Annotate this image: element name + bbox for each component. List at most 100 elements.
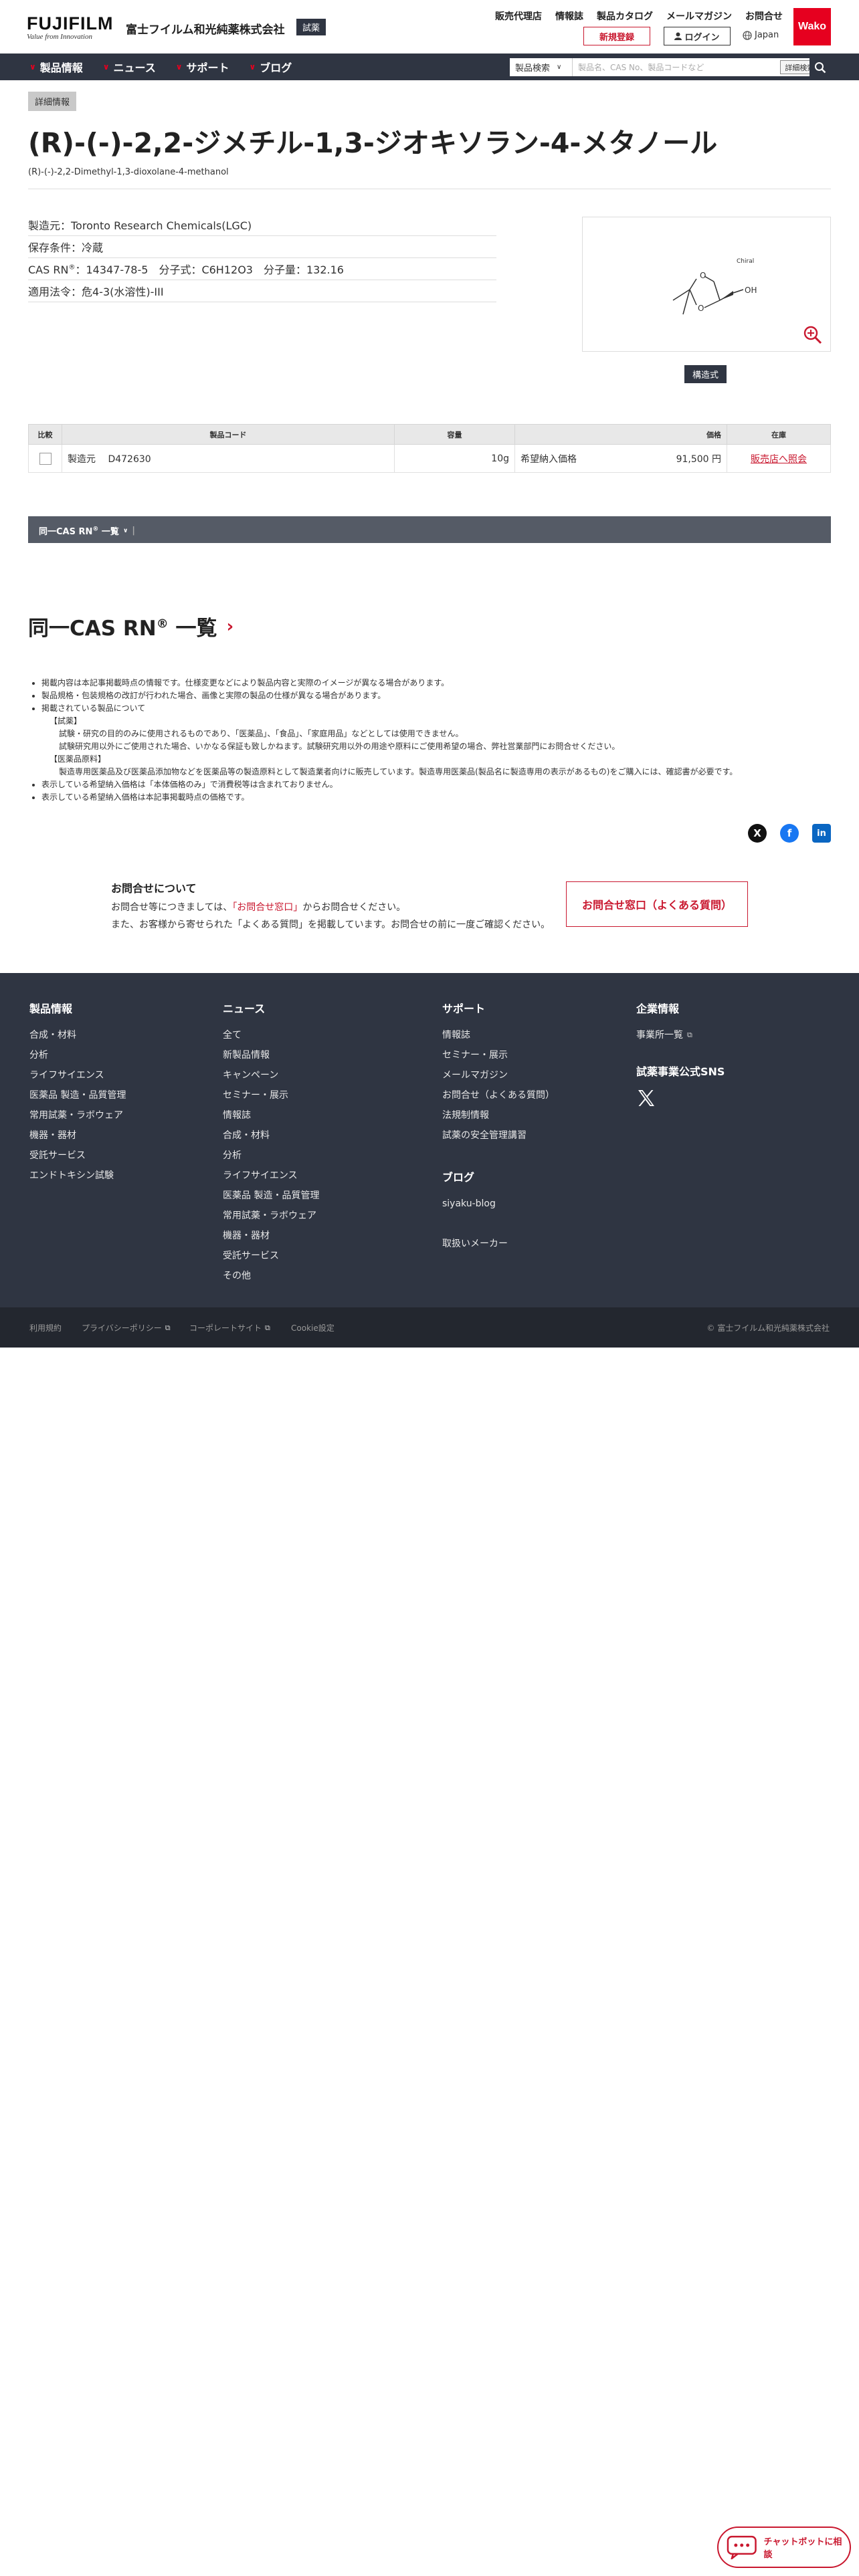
language-selector[interactable]: Japan <box>743 30 779 40</box>
footer-link[interactable]: 常用試薬・ラボウェア <box>29 1105 126 1125</box>
same-cas-heading[interactable]: 同一CAS RN® 一覧 › <box>28 611 233 641</box>
structure-image[interactable]: O O OH Chiral <box>582 217 831 352</box>
chat-bubble-icon <box>727 2535 757 2559</box>
facebook-share-button[interactable]: f <box>780 824 799 843</box>
search-icon <box>815 62 826 73</box>
footer-link[interactable]: 機器・器材 <box>29 1125 126 1146</box>
footer-link[interactable]: ライフサイエンス <box>29 1065 126 1085</box>
wako-logo[interactable]: Wako <box>793 8 831 45</box>
footer-link[interactable]: 分析 <box>223 1146 319 1166</box>
x-sns-button[interactable] <box>636 1088 725 1111</box>
footer-col-products: 製品情報 合成・材料 分析 ライフサイエンス 医薬品 製造・品質管理 常用試薬・… <box>29 1000 126 1186</box>
nav-item-news[interactable]: ∨ ニュース <box>103 59 156 75</box>
structure-atom-o1: O <box>700 271 706 280</box>
footer-bottom-link-corporate[interactable]: コーポレートサイト ⧉ <box>189 1322 270 1333</box>
footer-link[interactable]: 全て <box>223 1025 319 1045</box>
search-button[interactable] <box>809 58 831 76</box>
compare-checkbox[interactable] <box>39 452 52 465</box>
footer-link[interactable]: 取扱いメーカー <box>442 1234 555 1254</box>
contact-line-2: また、お客様から寄せられた「よくある質問」を掲載しています。お問合せの前に一度ご… <box>111 920 551 930</box>
footer-link[interactable]: 医薬品 製造・品質管理 <box>29 1085 126 1105</box>
note-item: 表示している希望納入価格は本記事掲載時点の価格です。 <box>41 791 818 804</box>
footer-link[interactable]: その他 <box>223 1266 319 1286</box>
maker-label: 製造元 <box>68 453 96 465</box>
structure-label: 構造式 <box>684 365 727 383</box>
nav-item-blog[interactable]: ∨ ブログ <box>249 59 292 75</box>
footer-link[interactable]: セミナー・展示 <box>223 1085 319 1105</box>
login-button[interactable]: ログイン <box>664 27 731 45</box>
stock-inquiry-link[interactable]: 販売店へ照会 <box>751 454 807 465</box>
footer-link[interactable]: 常用試薬・ラボウェア <box>223 1206 319 1226</box>
footer-bottom-link-label: Cookie設定 <box>291 1323 335 1333</box>
footer-link[interactable]: 受託サービス <box>223 1246 319 1266</box>
spec-list: 製造元：Toronto Research Chemicals(LGC) 保存条件… <box>28 214 496 302</box>
nav-item-support[interactable]: ∨ サポート <box>176 59 229 75</box>
footer-link[interactable]: 受託サービス <box>29 1146 126 1166</box>
footer-link[interactable]: 医薬品 製造・品質管理 <box>223 1186 319 1206</box>
search-type-select[interactable]: 製品検索 ∨ <box>510 58 573 76</box>
top-link-catalog[interactable]: 製品カタログ <box>597 9 653 23</box>
footer-col-title[interactable]: サポート <box>442 1000 555 1016</box>
footer-link[interactable]: お問合せ（よくある質問） <box>442 1085 555 1105</box>
contact-window-link[interactable]: 「お問合せ窓口」 <box>232 902 302 913</box>
linkedin-share-button[interactable]: in <box>812 824 831 843</box>
footer-bottom-link-cookie[interactable]: Cookie設定 <box>291 1322 335 1333</box>
footer-bottom-link-privacy[interactable]: プライバシーポリシー ⧉ <box>82 1322 171 1333</box>
spec-manufacturer: 製造元：Toronto Research Chemicals(LGC) <box>28 214 496 236</box>
footer-link-offices[interactable]: 事業所一覧 ⧉ <box>636 1025 725 1045</box>
linkedin-icon: in <box>817 828 826 839</box>
footer-link[interactable]: キャンペーン <box>223 1065 319 1085</box>
chevron-down-icon: ∨ <box>122 527 128 534</box>
footer-col-title[interactable]: 製品情報 <box>29 1000 126 1016</box>
footer-link[interactable]: セミナー・展示 <box>442 1045 555 1065</box>
note-sub: 【試薬】 <box>50 716 82 726</box>
nav-item-products[interactable]: ∨ 製品情報 <box>29 59 83 75</box>
x-icon: X <box>753 827 761 839</box>
cas-text: CAS RN®：14347-78-5 <box>28 261 148 277</box>
footer-link[interactable]: ライフサイエンス <box>223 1166 319 1186</box>
zoom-button[interactable] <box>803 325 823 348</box>
footer-col-title[interactable]: 企業情報 <box>636 1000 725 1016</box>
x-share-button[interactable]: X <box>748 824 767 843</box>
footer-link[interactable]: 合成・材料 <box>29 1025 126 1045</box>
company-name[interactable]: 富士フイルム和光純薬株式会社 <box>126 20 285 37</box>
footer-link[interactable]: 機器・器材 <box>223 1226 319 1246</box>
footer-col-title[interactable]: ニュース <box>223 1000 319 1016</box>
registered-mark: ® <box>92 526 99 533</box>
compare-cell <box>28 444 62 473</box>
same-cas-bar: 同一CAS RN® 一覧 ∨ | <box>28 516 831 543</box>
footer-bottom-link-terms[interactable]: 利用規約 <box>29 1322 62 1333</box>
top-link-mailmagazine[interactable]: メールマガジン <box>666 9 732 23</box>
fujifilm-logo[interactable]: FUJIFILM Value from Innovation <box>27 15 114 41</box>
nav-item-label: 製品情報 <box>39 62 83 74</box>
same-cas-bar-text: 同一CAS RN® 一覧 <box>39 524 119 537</box>
top-link-magazine[interactable]: 情報誌 <box>555 9 583 23</box>
contact-title: お問合せについて <box>111 882 197 895</box>
footer-link[interactable]: 新製品情報 <box>223 1045 319 1065</box>
register-button[interactable]: 新規登録 <box>583 27 650 45</box>
footer-link-label: 事業所一覧 <box>636 1030 683 1041</box>
external-link-icon: ⧉ <box>265 1323 270 1332</box>
structure-atom-oh: OH <box>745 286 757 295</box>
footer-link[interactable]: 分析 <box>29 1045 126 1065</box>
search-input[interactable] <box>573 58 781 76</box>
footer-link[interactable]: メールマガジン <box>442 1065 555 1085</box>
structure-atom-o2: O <box>698 304 704 313</box>
chatbot-button[interactable]: チャットボットに相談 <box>717 2527 851 2568</box>
nav-item-label: サポート <box>186 62 229 74</box>
same-cas-toggle[interactable]: 同一CAS RN® 一覧 ∨ | <box>39 524 135 537</box>
footer-link[interactable]: エンドトキシン試験 <box>29 1166 126 1186</box>
top-link-dealers[interactable]: 販売代理店 <box>495 9 542 23</box>
footer-link[interactable]: 合成・材料 <box>223 1125 319 1146</box>
footer-bottom-link-label: 利用規約 <box>29 1323 62 1333</box>
footer-link[interactable]: 法規制情報 <box>442 1105 555 1125</box>
footer-link[interactable]: siyaku-blog <box>442 1194 555 1214</box>
footer-col-title[interactable]: ブログ <box>442 1168 555 1184</box>
footer-link[interactable]: 情報誌 <box>442 1025 555 1045</box>
contact-faq-button[interactable]: お問合せ窓口（よくある質問） <box>566 881 748 927</box>
footer-link[interactable]: 試薬の安全管理講習 <box>442 1125 555 1146</box>
cas-value: ：14347-78-5 <box>75 263 149 276</box>
top-link-contact[interactable]: お問合せ <box>745 9 783 23</box>
note-item: 表示している希望納入価格は「本体価格のみ」で消費税等は含まれておりません。 <box>41 778 818 791</box>
footer-link[interactable]: 情報誌 <box>223 1105 319 1125</box>
